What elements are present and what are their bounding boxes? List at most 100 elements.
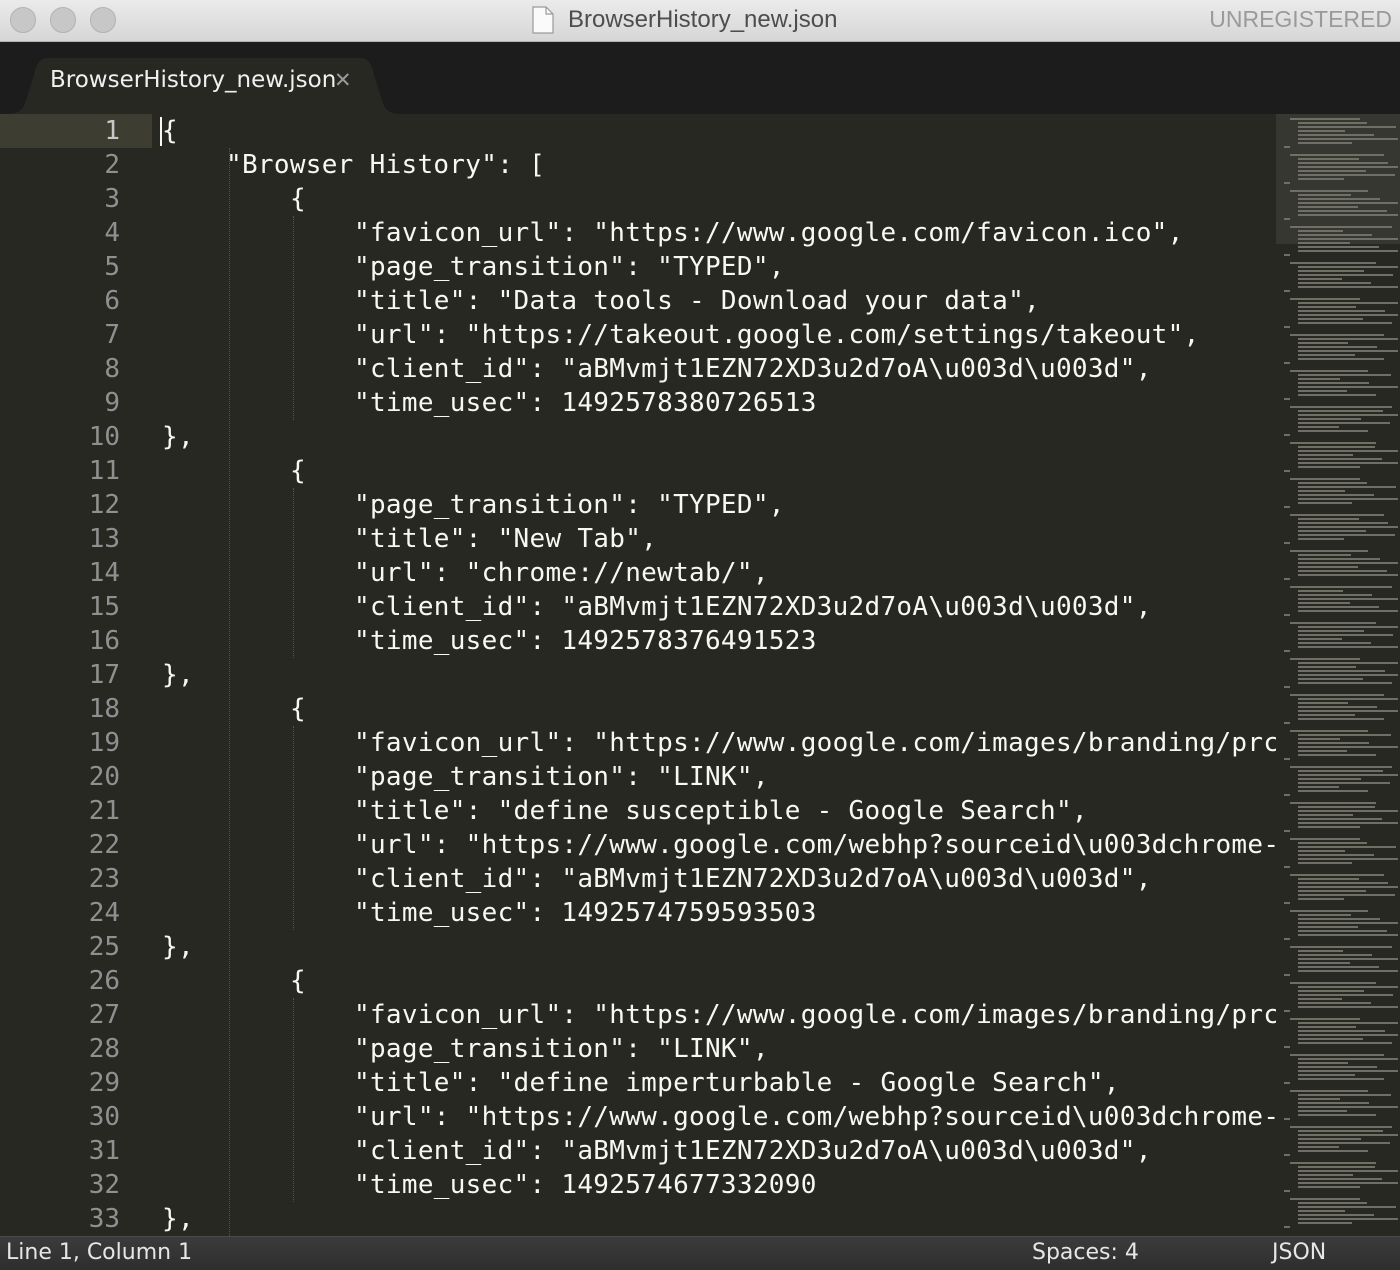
- code-line[interactable]: "time_usec": 1492574759593503: [354, 896, 817, 930]
- minimap-line: [1298, 282, 1371, 284]
- minimap-line: [1298, 990, 1364, 992]
- code-line[interactable]: "client_id": "aBMvmjt1EZN72XD3u2d7oA\u00…: [354, 862, 1152, 896]
- minimap-line: [1298, 414, 1398, 416]
- minimap-line: [1298, 1102, 1369, 1104]
- code-line[interactable]: {: [290, 182, 306, 216]
- code-line[interactable]: },: [162, 658, 194, 692]
- minimap-line: [1290, 946, 1392, 948]
- code-line[interactable]: "favicon_url": "https://www.google.com/i…: [354, 726, 1276, 760]
- code-line[interactable]: "url": "https://www.google.com/webhp?sou…: [354, 1100, 1276, 1134]
- code-line[interactable]: "favicon_url": "https://www.google.com/i…: [354, 998, 1276, 1032]
- minimap-line: [1298, 1174, 1353, 1176]
- indentation-selector[interactable]: Spaces: 4: [1032, 1240, 1139, 1265]
- code-line[interactable]: {: [162, 114, 178, 148]
- code-line[interactable]: "client_id": "aBMvmjt1EZN72XD3u2d7oA\u00…: [354, 1134, 1152, 1168]
- code-line[interactable]: "client_id": "aBMvmjt1EZN72XD3u2d7oA\u00…: [354, 352, 1152, 386]
- minimap-line: [1298, 566, 1358, 568]
- code-line[interactable]: },: [162, 420, 194, 454]
- minimap-line: [1298, 842, 1367, 844]
- tab-browserhistory-json[interactable]: BrowserHistory_new.json ✕: [6, 58, 402, 114]
- minimap-line: [1298, 634, 1393, 636]
- minimap-line: [1298, 418, 1361, 420]
- minimap-line: [1298, 670, 1385, 672]
- minimap-line: [1298, 782, 1390, 784]
- code-editor[interactable]: 1 2 3 4 5 6 7 8 9 10 11 12 13 14 15 16 17 18 19 20 21 22 23 24 2…: [0, 114, 1276, 1236]
- minimap-line: [1298, 930, 1387, 932]
- minimap-line: [1298, 1066, 1377, 1068]
- minimap-line: [1298, 770, 1383, 772]
- minimap-line: [1298, 214, 1398, 216]
- code-area[interactable]: {"Browser History": [{"favicon_url": "ht…: [0, 114, 1276, 1236]
- minimap-line: [1284, 1118, 1290, 1120]
- minimap-line: [1290, 334, 1384, 336]
- minimap-line: [1284, 1046, 1290, 1048]
- minimap-line: [1298, 926, 1358, 928]
- code-line[interactable]: "title": "define imperturbable - Google …: [354, 1066, 1120, 1100]
- code-line[interactable]: "favicon_url": "https://www.google.com/f…: [354, 216, 1184, 250]
- tab-close-icon[interactable]: ✕: [334, 68, 352, 92]
- minimize-window-button[interactable]: [50, 7, 76, 33]
- code-line[interactable]: {: [290, 692, 306, 726]
- minimap-line: [1298, 1222, 1352, 1224]
- minimap-line: [1284, 902, 1290, 904]
- close-window-button[interactable]: [10, 7, 36, 33]
- code-line[interactable]: "title": "New Tab",: [354, 522, 657, 556]
- code-line[interactable]: "page_transition": "TYPED",: [354, 488, 785, 522]
- code-line[interactable]: "time_usec": 1492574677332090: [354, 1168, 817, 1202]
- code-line[interactable]: "time_usec": 1492578376491523: [354, 624, 817, 658]
- code-line[interactable]: "Browser History": [: [226, 148, 545, 182]
- code-line[interactable]: "page_transition": "LINK",: [354, 1032, 769, 1066]
- code-line[interactable]: "page_transition": "LINK",: [354, 760, 769, 794]
- minimap-line: [1298, 1002, 1371, 1004]
- minimap-line: [1290, 298, 1360, 300]
- minimap-line: [1290, 802, 1376, 804]
- minimap-line: [1298, 394, 1376, 396]
- minimap-line: [1298, 1114, 1376, 1116]
- code-line[interactable]: "url": "https://www.google.com/webhp?sou…: [354, 828, 1276, 862]
- code-line[interactable]: "title": "Data tools - Download your dat…: [354, 284, 1040, 318]
- minimap-line: [1298, 458, 1382, 460]
- indent-guide: [293, 998, 294, 1202]
- code-line[interactable]: "client_id": "aBMvmjt1EZN72XD3u2d7oA\u00…: [354, 590, 1152, 624]
- code-line[interactable]: "url": "chrome://newtab/",: [354, 556, 769, 590]
- code-line[interactable]: "title": "define susceptible - Google Se…: [354, 794, 1088, 828]
- minimap-line: [1298, 810, 1398, 812]
- minimap-line: [1298, 274, 1393, 276]
- minimap-line: [1298, 1078, 1384, 1080]
- minimap-line: [1298, 530, 1366, 532]
- minimap-line: [1298, 358, 1384, 360]
- minimap-line: [1298, 314, 1398, 316]
- code-line[interactable]: },: [162, 930, 194, 964]
- minimap-line: [1298, 1098, 1340, 1100]
- minimap-line: [1290, 442, 1376, 444]
- minimap[interactable]: [1276, 114, 1400, 1236]
- minimap-line: [1298, 270, 1364, 272]
- minimap-line: [1290, 982, 1376, 984]
- minimap-line: [1298, 126, 1396, 128]
- code-line[interactable]: "page_transition": "TYPED",: [354, 250, 785, 284]
- minimap-line: [1298, 1182, 1398, 1184]
- code-line[interactable]: {: [290, 454, 306, 488]
- zoom-window-button[interactable]: [90, 7, 116, 33]
- code-line[interactable]: "url": "https://takeout.google.com/setti…: [354, 318, 1200, 352]
- minimap-line: [1298, 1150, 1368, 1152]
- minimap-line: [1298, 678, 1363, 680]
- minimap-line: [1298, 454, 1353, 456]
- minimap-line: [1298, 922, 1398, 924]
- code-line[interactable]: {: [290, 964, 306, 998]
- minimap-line: [1298, 1070, 1398, 1072]
- cursor-position: Line 1, Column 1: [6, 1240, 193, 1265]
- minimap-line: [1298, 1074, 1355, 1076]
- code-line[interactable]: },: [162, 1202, 194, 1236]
- minimap-line: [1298, 202, 1398, 204]
- code-line[interactable]: "time_usec": 1492578380726513: [354, 386, 817, 420]
- minimap-line: [1298, 970, 1398, 972]
- minimap-line: [1298, 1026, 1356, 1028]
- minimap-line: [1298, 638, 1342, 640]
- syntax-selector[interactable]: JSON: [1272, 1240, 1326, 1265]
- minimap-line: [1298, 1106, 1398, 1108]
- minimap-line: [1298, 626, 1398, 628]
- minimap-line: [1298, 194, 1351, 196]
- indent-guide: [293, 216, 294, 420]
- minimap-line: [1284, 290, 1290, 292]
